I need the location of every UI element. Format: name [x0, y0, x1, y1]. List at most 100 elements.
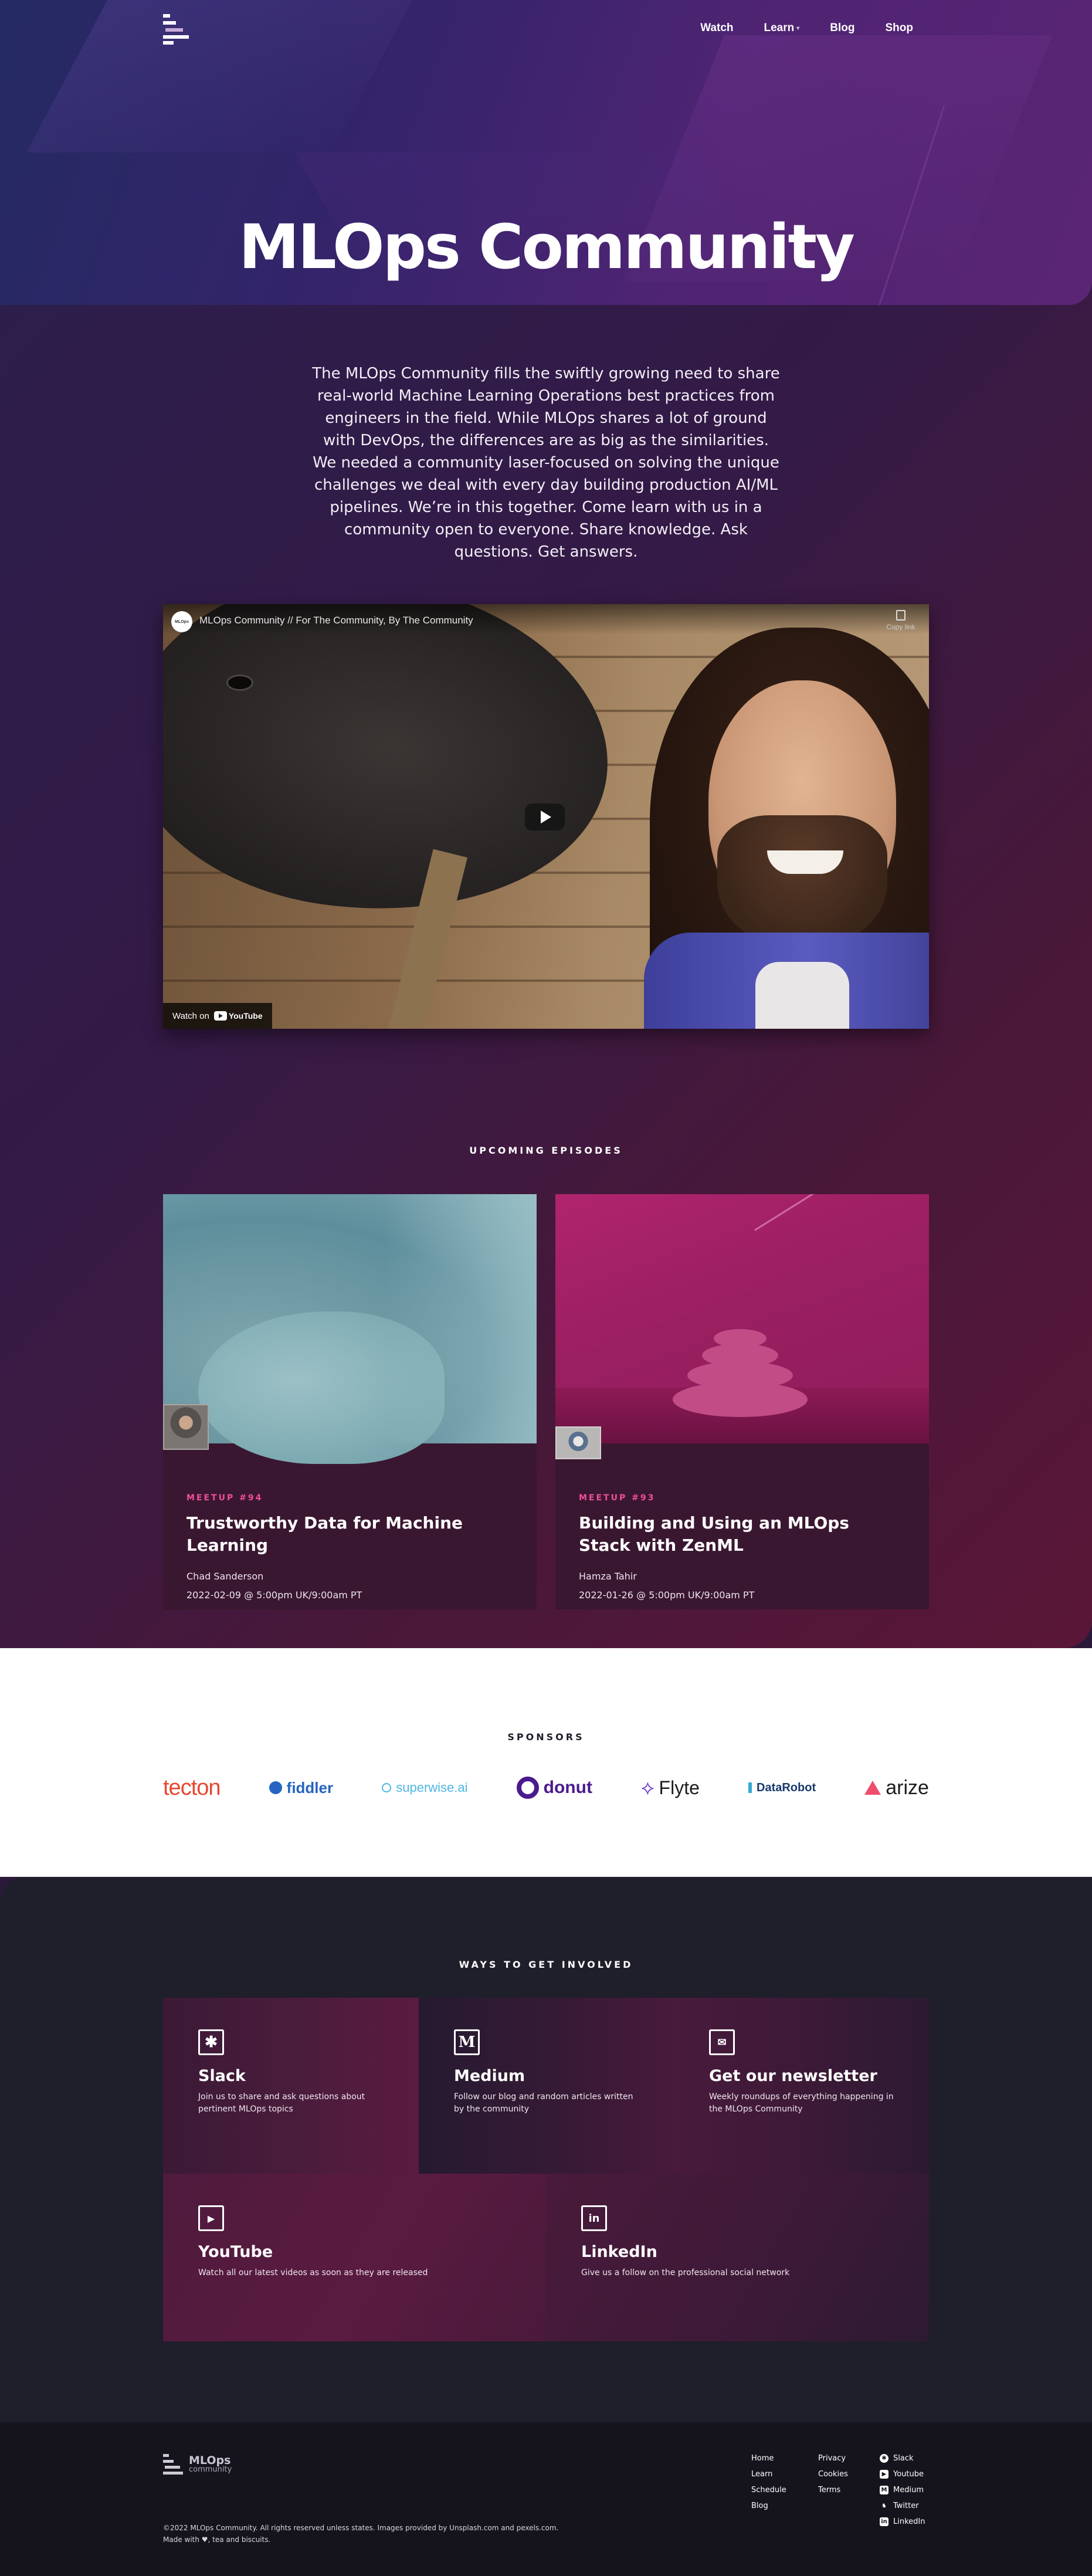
episode-card[interactable]: MEETUP #94 Trustworthy Data for Machine … [163, 1194, 537, 1609]
sponsor-superwise[interactable]: superwise.ai [382, 1780, 468, 1795]
episode-date: 2022-02-09 @ 5:00pm UK/9:00am PT [186, 1589, 362, 1601]
sponsor-flyte[interactable]: ⟡ Flyte [641, 1777, 700, 1799]
slack-tile[interactable]: ✱ Slack Join us to share and ask questio… [163, 1998, 419, 2174]
tile-title: Medium [454, 2067, 525, 2085]
tile-description: Weekly roundups of everything happening … [709, 2092, 894, 2114]
sponsor-tecton[interactable]: tecton [163, 1775, 221, 1801]
youtube-logo: YouTube [213, 1011, 263, 1021]
fiddler-logo-icon [269, 1781, 282, 1794]
horse-eye [226, 674, 253, 691]
watch-on-youtube-button[interactable]: Watch on YouTube [163, 1003, 272, 1029]
hero-section: Watch Learn ▾ Blog Shop MLOps Community T… [0, 0, 1092, 1648]
footer-link-schedule[interactable]: Schedule [751, 2486, 786, 2494]
person-smile [767, 850, 843, 874]
image-glow [384, 1194, 537, 1443]
footer-social-youtube[interactable]: ▶ Youtube [880, 2470, 925, 2479]
video-title[interactable]: MLOps Community // For The Community, By… [199, 615, 473, 626]
episode-title[interactable]: Trustworthy Data for Machine Learning [186, 1512, 513, 1557]
tile-description: Follow our blog and random articles writ… [454, 2092, 633, 2114]
sponsor-donut[interactable]: donut [516, 1777, 592, 1799]
youtube-tile[interactable]: ▶ YouTube Watch all our latest videos as… [163, 2174, 546, 2341]
made-with-text: Made with ♥, tea and biscuits. [163, 2536, 271, 2544]
linkedin-tile[interactable]: in LinkedIn Give us a follow on the prof… [546, 2174, 929, 2341]
linkedin-icon: in [581, 2205, 607, 2231]
tile-description: Watch all our latest videos as soon as t… [198, 2268, 428, 2277]
medium-tile[interactable]: M Medium Follow our blog and random arti… [419, 1998, 674, 2174]
speaker-avatar [163, 1404, 209, 1450]
tile-title: YouTube [198, 2243, 273, 2261]
medium-icon: M [880, 2486, 888, 2494]
involvement-tiles: ✱ Slack Join us to share and ask questio… [163, 1998, 929, 2341]
youtube-icon: ▶ [198, 2205, 224, 2231]
footer-social-linkedin[interactable]: in LinkedIn [880, 2517, 925, 2526]
copyright: ©2022 MLOps Community. All rights reserv… [163, 2522, 558, 2546]
donut-logo-icon [516, 1777, 539, 1799]
copyright-text: ©2022 MLOps Community. All rights reserv… [163, 2524, 559, 2532]
footer-link-home[interactable]: Home [751, 2454, 786, 2463]
sponsor-arize[interactable]: arize [864, 1777, 929, 1799]
footer-link-terms[interactable]: Terms [818, 2486, 848, 2494]
site-footer: MLOps community ©2022 MLOps Community. A… [0, 2422, 1092, 2576]
page-title: MLOps Community [239, 211, 855, 283]
branch [754, 1194, 855, 1231]
nav-blog[interactable]: Blog [830, 22, 854, 35]
home-logo[interactable] [163, 14, 189, 45]
tile-description: Give us a follow on the professional soc… [581, 2268, 790, 2277]
nav-watch[interactable]: Watch [700, 22, 733, 35]
footer-link-privacy[interactable]: Privacy [818, 2454, 848, 2463]
episode-card[interactable]: MEETUP #93 Building and Using an MLOps S… [555, 1194, 929, 1609]
watch-on-label: Watch on [172, 1011, 209, 1021]
sponsor-logos: tecton fiddler superwise.ai donut ⟡ Flyt… [163, 1770, 929, 1805]
logo-mark [163, 2453, 184, 2476]
footer-social-slack[interactable]: ✱ Slack [880, 2454, 925, 2463]
superwise-logo-icon [382, 1783, 392, 1792]
tile-title: Get our newsletter [709, 2067, 877, 2085]
episode-title[interactable]: Building and Using an MLOps Stack with Z… [579, 1512, 906, 1557]
slack-icon: ✱ [198, 2029, 224, 2055]
copy-link-label: Copy link [886, 623, 915, 631]
sponsors-section: SPONSORS tecton fiddler superwise.ai don… [0, 1648, 1092, 1877]
decorative-shard [26, 0, 432, 152]
copy-link-button[interactable]: Copy link [883, 610, 918, 632]
footer-social-twitter[interactable]: ♞ Twitter [880, 2502, 925, 2510]
nav-shop[interactable]: Shop [886, 22, 914, 35]
newsletter-icon: ✉ [709, 2029, 735, 2055]
tile-description: Join us to share and ask questions about… [198, 2092, 365, 2114]
flyte-logo-icon: ⟡ [641, 1776, 654, 1799]
episode-number: MEETUP #94 [186, 1493, 263, 1503]
footer-link-cookies[interactable]: Cookies [818, 2470, 848, 2479]
channel-avatar[interactable]: MLOps [171, 611, 192, 632]
footer-link-learn[interactable]: Learn [751, 2470, 786, 2479]
video-embed[interactable]: MLOps MLOps Community // For The Communi… [163, 604, 929, 1029]
episodes-heading: UPCOMING EPISODES [469, 1145, 623, 1156]
footer-link-blog[interactable]: Blog [751, 2502, 786, 2510]
episode-date: 2022-01-26 @ 5:00pm UK/9:00am PT [579, 1589, 755, 1601]
youtube-icon: ▶ [880, 2470, 888, 2479]
slack-icon: ✱ [880, 2454, 888, 2463]
tile-title: LinkedIn [581, 2243, 657, 2261]
stone [714, 1329, 767, 1348]
play-button[interactable] [525, 804, 565, 831]
sponsors-heading: SPONSORS [507, 1731, 585, 1743]
logo-text: MLOps [189, 2454, 231, 2467]
main-nav: Watch Learn ▾ Blog Shop [700, 22, 913, 35]
newsletter-tile[interactable]: ✉ Get our newsletter Weekly roundups of … [674, 1998, 929, 2174]
logo-subtext: community [189, 2465, 232, 2474]
footer-logo[interactable]: MLOps community [163, 2453, 232, 2476]
footer-links-main: Home Learn Schedule Blog [751, 2454, 786, 2510]
involved-section: WAYS TO GET INVOLVED ✱ Slack Join us to … [0, 1877, 1092, 2422]
twitter-icon: ♞ [881, 2503, 887, 2509]
footer-social-medium[interactable]: M Medium [880, 2486, 925, 2494]
footer-social-links: ✱ Slack ▶ Youtube M Medium ♞ Twitter in Linke… [880, 2454, 925, 2526]
medium-icon: M [454, 2029, 480, 2055]
hero-banner: Watch Learn ▾ Blog Shop MLOps Community [0, 0, 1092, 305]
arize-logo-icon [864, 1781, 881, 1795]
footer-links-legal: Privacy Cookies Terms [818, 2454, 848, 2494]
speaker-name: Chad Sanderson [186, 1571, 264, 1582]
person-shirt [755, 962, 849, 1029]
nav-learn[interactable]: Learn ▾ [764, 22, 800, 35]
linkedin-icon: in [880, 2517, 888, 2526]
sponsor-datarobot[interactable]: DataRobot [748, 1781, 816, 1795]
sponsor-fiddler[interactable]: fiddler [269, 1779, 333, 1797]
tile-title: Slack [198, 2067, 246, 2085]
